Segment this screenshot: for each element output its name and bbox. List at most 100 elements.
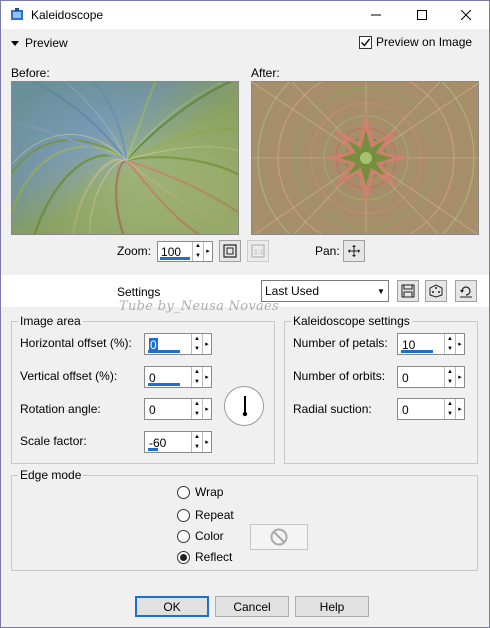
slider-dropdown-icon[interactable]: ▸ [202, 334, 211, 354]
cancel-button[interactable]: Cancel [215, 596, 289, 617]
spin-up-icon[interactable]: ▲ [192, 399, 202, 409]
vertical-offset-label: Vertical offset (%): [20, 369, 118, 383]
rotation-angle-value: 0 [149, 403, 156, 417]
minimize-button[interactable] [353, 1, 399, 29]
vertical-offset-underline [148, 383, 180, 386]
kaleidoscope-settings-group: Kaleidoscope settings Number of petals: … [284, 314, 478, 464]
scale-factor-stepper[interactable]: -60 ▲ ▼ ▸ [144, 431, 212, 453]
spin-arrows[interactable]: ▲ ▼ [444, 367, 455, 387]
preview-toggle[interactable]: Preview [11, 36, 68, 50]
spin-arrows[interactable]: ▲ ▼ [191, 367, 202, 387]
edge-color-swatch[interactable] [250, 524, 308, 550]
spin-down-icon[interactable]: ▼ [192, 409, 202, 419]
maximize-icon [417, 10, 427, 20]
slider-dropdown-icon[interactable]: ▸ [202, 432, 211, 452]
scale-factor-underline [148, 448, 158, 451]
spin-up-icon[interactable]: ▲ [192, 334, 202, 344]
spin-up-icon[interactable]: ▲ [192, 367, 202, 377]
zoom-underline [160, 256, 191, 260]
close-button[interactable] [443, 1, 489, 29]
petals-field[interactable]: 10 [398, 334, 444, 354]
window-title: Kaleidoscope [31, 8, 104, 22]
edge-mode-reflect-radio[interactable]: Reflect [177, 550, 232, 564]
spin-down-icon[interactable]: ▼ [192, 344, 202, 354]
radio-dot [180, 553, 187, 561]
slider-dropdown-icon[interactable]: ▸ [455, 399, 464, 419]
orbits-stepper[interactable]: 0 ▲ ▼ ▸ [397, 366, 465, 388]
spin-up-icon[interactable]: ▲ [192, 432, 202, 442]
radial-suction-stepper[interactable]: 0 ▲ ▼ ▸ [397, 398, 465, 420]
edge-mode-color-radio[interactable]: Color [177, 529, 224, 543]
rotation-angle-field[interactable]: 0 [145, 399, 191, 419]
pan-button[interactable] [343, 240, 365, 262]
maximize-button[interactable] [399, 1, 445, 29]
zoom-fit-icon [223, 244, 237, 258]
zoom-row: Zoom: 100 ▲ ▼ ▸ 1:1 [117, 240, 270, 262]
zoom-spin-arrows[interactable]: ▲ ▼ [192, 241, 203, 261]
preview-on-image-checkbox[interactable]: Preview on Image [359, 35, 472, 49]
vertical-offset-stepper[interactable]: 0 ▲ ▼ ▸ [144, 366, 212, 388]
save-preset-button[interactable] [397, 280, 419, 302]
help-label: Help [319, 599, 345, 614]
spin-arrows[interactable]: ▲ ▼ [191, 334, 202, 354]
reset-defaults-button[interactable] [455, 280, 477, 302]
spin-down-icon[interactable]: ▼ [192, 442, 202, 452]
orbits-field[interactable]: 0 [398, 367, 444, 387]
slider-dropdown-icon[interactable]: ▸ [455, 367, 464, 387]
horizontal-offset-field[interactable]: 0 [145, 334, 191, 354]
preview-toggle-label: Preview [25, 36, 68, 50]
rotation-angle-stepper[interactable]: 0 ▲ ▼ ▸ [144, 398, 212, 420]
horizontal-offset-stepper[interactable]: 0 ▲ ▼ ▸ [144, 333, 212, 355]
spin-arrows[interactable]: ▲ ▼ [444, 334, 455, 354]
help-button[interactable]: Help [295, 596, 369, 617]
edge-mode-repeat-radio[interactable]: Repeat [177, 508, 234, 522]
spin-arrows[interactable]: ▲ ▼ [444, 399, 455, 419]
spin-up-icon[interactable]: ▲ [445, 334, 455, 344]
cancel-label: Cancel [233, 599, 271, 614]
slider-dropdown-icon[interactable]: ▸ [455, 334, 464, 354]
dice-icon [429, 284, 443, 298]
close-icon [461, 10, 471, 20]
pan-move-icon [348, 245, 360, 257]
before-preview-image[interactable] [11, 81, 239, 235]
watermark-text: Tube by_Neusa Novaes [119, 299, 280, 314]
radial-suction-field[interactable]: 0 [398, 399, 444, 419]
edge-mode-wrap-label: Wrap [195, 485, 224, 499]
edge-mode-repeat-label: Repeat [195, 508, 234, 522]
pan-label: Pan: [315, 244, 340, 258]
spin-down-icon[interactable]: ▼ [445, 409, 455, 419]
edge-mode-wrap-radio[interactable]: Wrap [177, 485, 223, 499]
slider-dropdown-icon[interactable]: ▸ [202, 367, 211, 387]
spin-down-icon[interactable]: ▼ [445, 344, 455, 354]
radio-unchecked-icon [177, 529, 190, 543]
preset-value: Last Used [265, 284, 320, 298]
randomize-button[interactable] [425, 280, 447, 302]
ok-button[interactable]: OK [135, 596, 209, 617]
zoom-to-fit-button[interactable] [219, 240, 242, 262]
spin-up-icon[interactable]: ▲ [445, 399, 455, 409]
chevron-down-icon[interactable]: ▼ [374, 287, 388, 296]
zoom-stepper[interactable]: 100 ▲ ▼ ▸ [157, 240, 214, 262]
minimize-icon [371, 14, 381, 16]
petals-stepper[interactable]: 10 ▲ ▼ ▸ [397, 333, 465, 355]
spin-up-icon[interactable]: ▲ [445, 367, 455, 377]
edge-mode-group: Edge mode Wrap Repeat Color Reflect [11, 468, 478, 571]
rotation-angle-dial[interactable] [224, 386, 264, 426]
zoom-actual-size-button[interactable]: 1:1 [247, 240, 270, 262]
scale-factor-field[interactable]: -60 [145, 432, 191, 452]
after-preview-image[interactable] [251, 81, 479, 235]
dial-needle-icon [242, 396, 248, 417]
preset-combobox[interactable]: Last Used ▼ [261, 280, 389, 302]
spin-down-icon[interactable]: ▼ [445, 377, 455, 387]
vertical-offset-field[interactable]: 0 [145, 367, 191, 387]
slider-dropdown-icon[interactable]: ▸ [202, 399, 211, 419]
zoom-dropdown-icon[interactable]: ▸ [203, 241, 212, 261]
spin-down-icon[interactable]: ▼ [192, 377, 202, 387]
spin-arrows[interactable]: ▲ ▼ [191, 432, 202, 452]
ok-label: OK [163, 599, 181, 614]
spin-down-icon[interactable]: ▼ [193, 251, 203, 261]
radio-unchecked-icon [177, 485, 190, 499]
spin-arrows[interactable]: ▲ ▼ [191, 399, 202, 419]
petals-underline [401, 350, 433, 353]
spin-up-icon[interactable]: ▲ [193, 242, 203, 252]
